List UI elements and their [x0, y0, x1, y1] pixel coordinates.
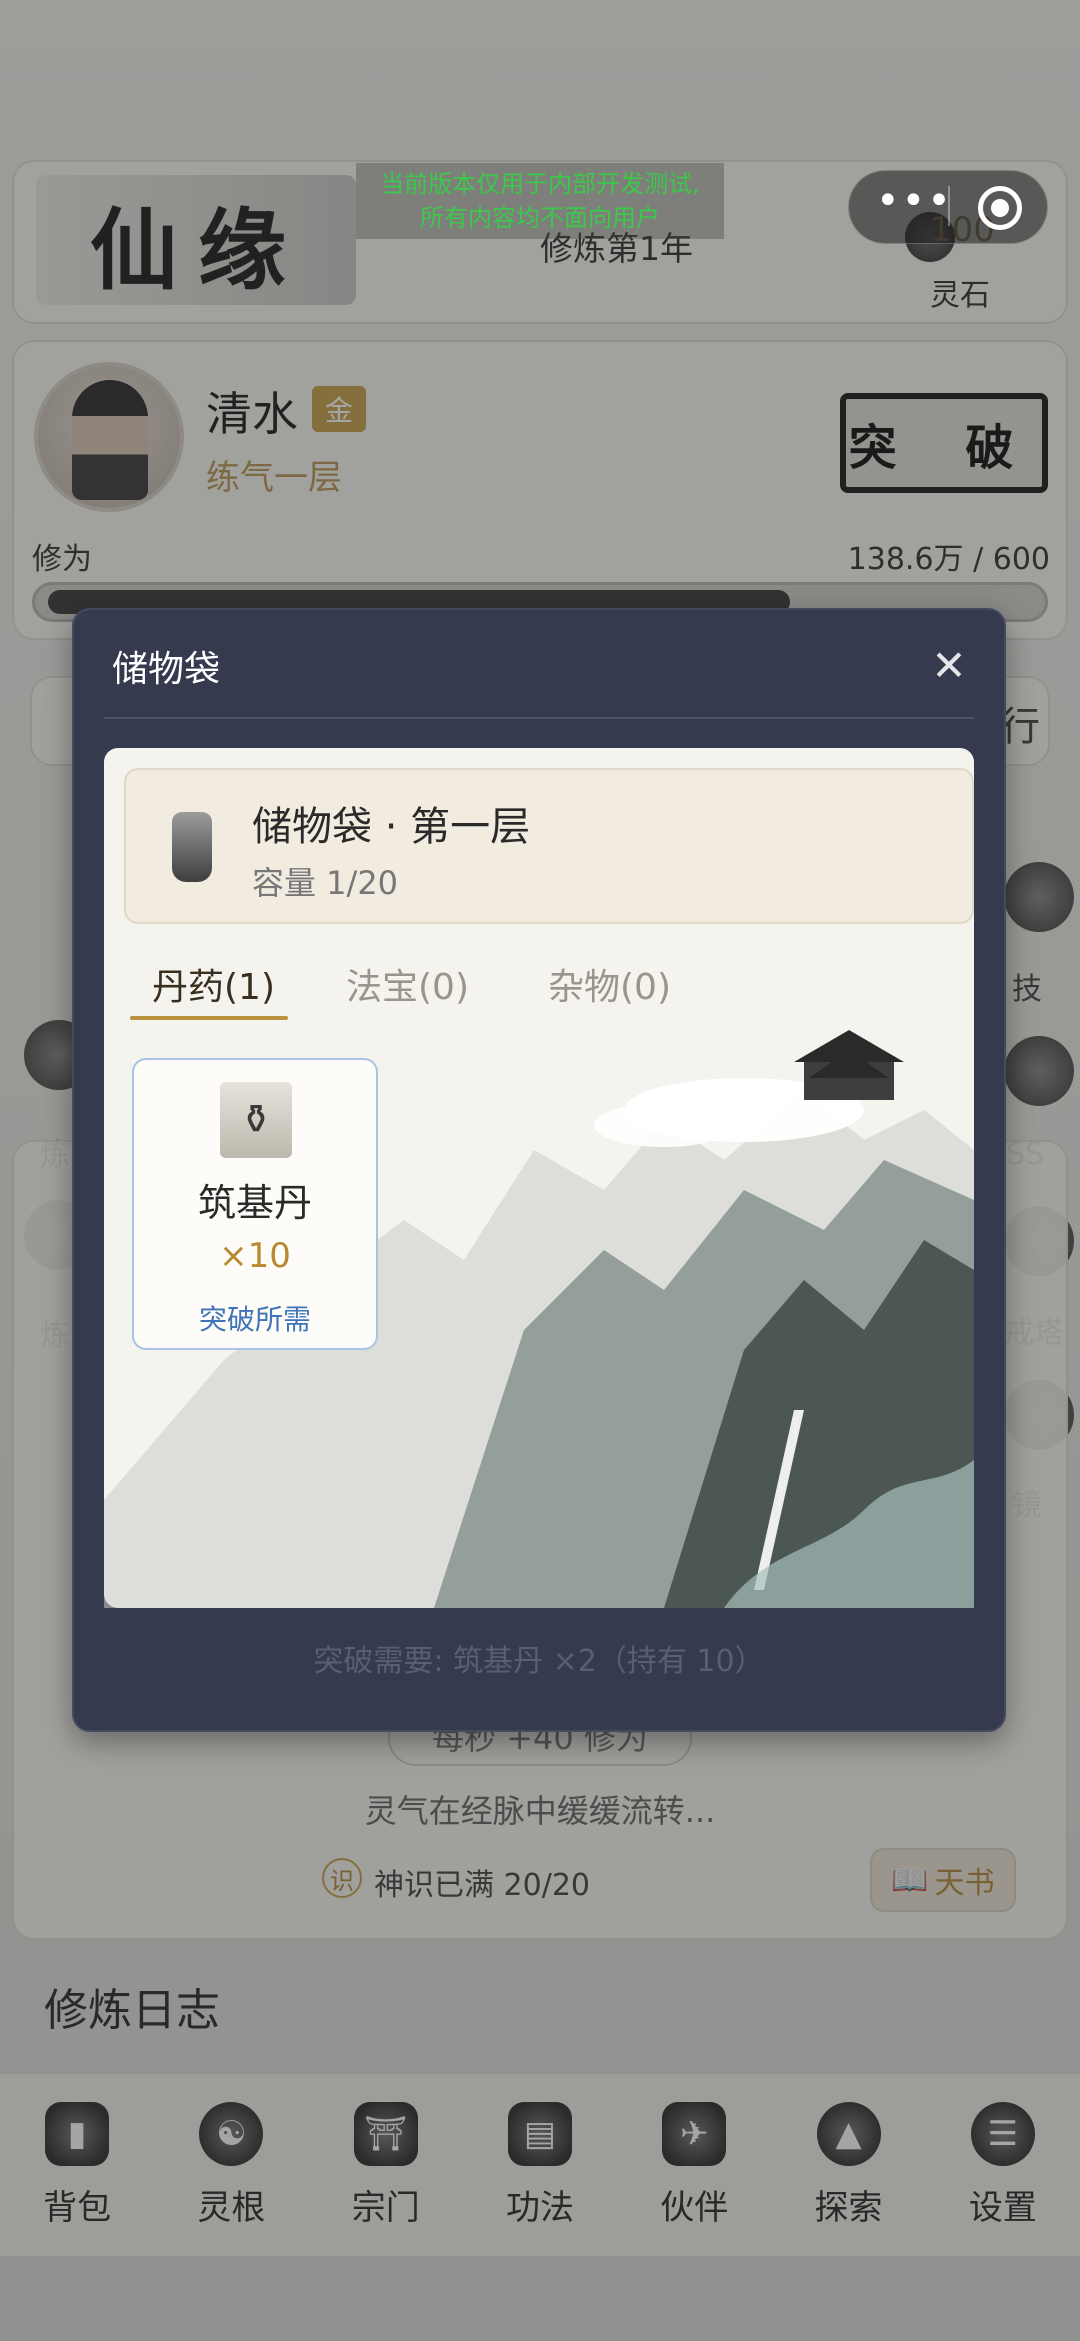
tab-misc[interactable]: 杂物(0) — [548, 958, 671, 1010]
tab-artifacts[interactable]: 法宝(0) — [346, 958, 469, 1010]
item-count: ×10 — [219, 1236, 291, 1276]
item-tag: 突破所需 — [198, 1303, 311, 1336]
cauldron-icon: ⚱ — [220, 1082, 292, 1158]
active-tab-indicator — [130, 1016, 288, 1020]
bag-capacity: 容量 1/20 — [252, 864, 399, 902]
dev-notice-line-1: 当前版本仅用于内部开发测试, — [380, 170, 700, 198]
close-icon[interactable]: ✕ — [924, 640, 974, 690]
storage-bag-icon — [172, 812, 212, 882]
modal-divider — [104, 717, 974, 719]
bag-layer-title: 储物袋 · 第一层 — [252, 804, 531, 850]
more-icon[interactable]: ••• — [876, 181, 951, 226]
dev-notice-line-2: 所有内容均不面向用户 — [420, 204, 660, 232]
breakthrough-requirement: 突破需要: 筑基丹 ×2（持有 10） — [313, 1644, 765, 1679]
tab-pills[interactable]: 丹药(1) — [152, 958, 275, 1010]
modal-title: 储物袋 — [112, 649, 221, 690]
item-name: 筑基丹 — [197, 1181, 312, 1225]
dev-notice: 当前版本仅用于内部开发测试, 所有内容均不面向用户 — [356, 163, 724, 239]
close-miniprogram-icon-dot — [991, 199, 1009, 217]
capsule-divider — [948, 186, 950, 226]
